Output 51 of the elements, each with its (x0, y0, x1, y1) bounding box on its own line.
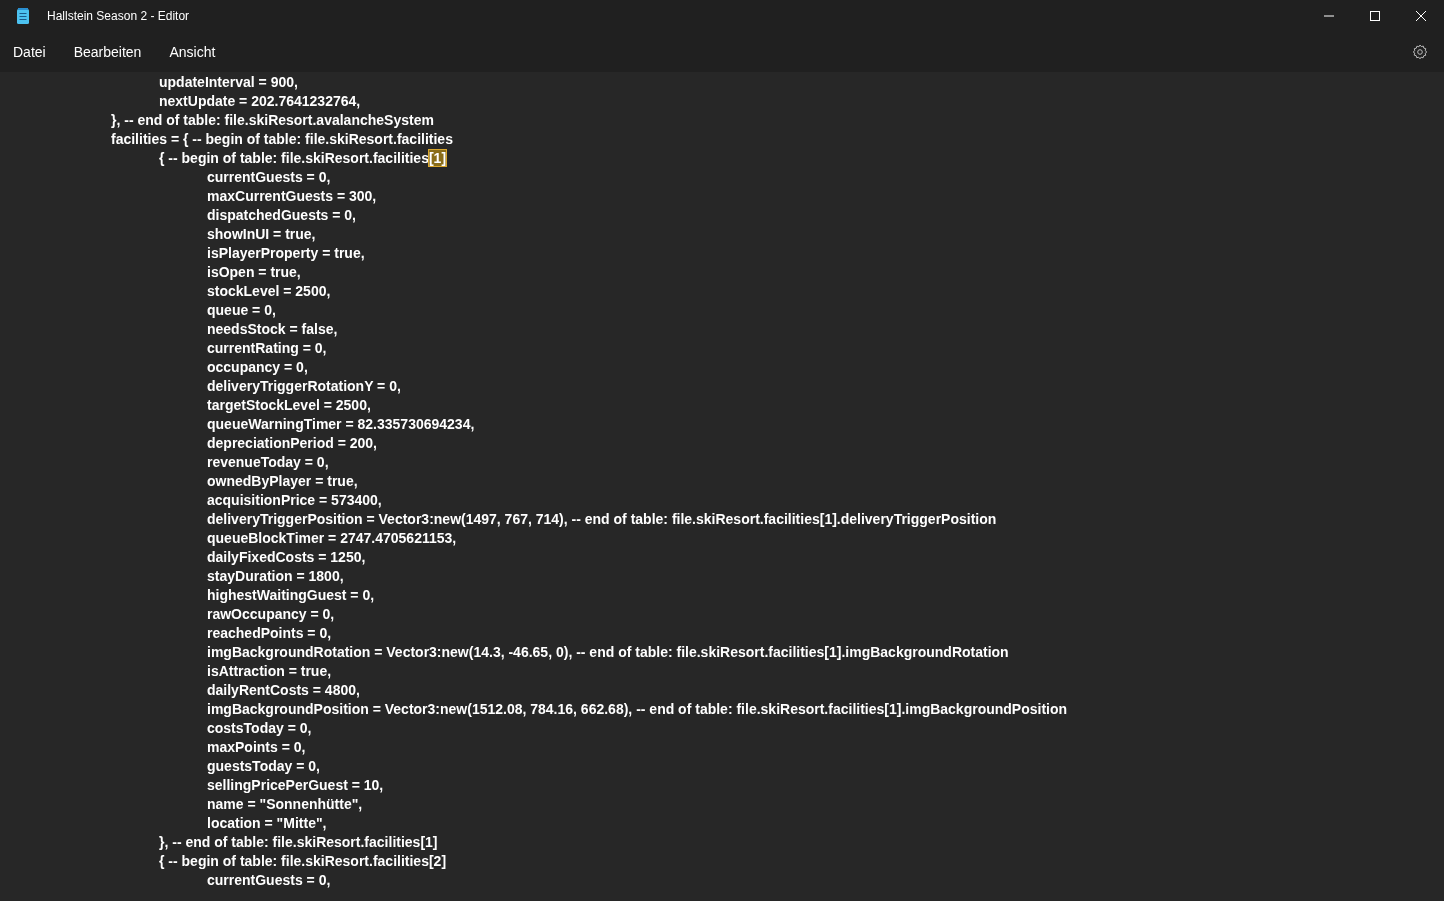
code-line: queue = 0, (206, 301, 277, 320)
code-line: updateInterval = 900, (158, 73, 299, 92)
menu-item[interactable]: Datei (4, 38, 55, 66)
code-line: }, -- end of table: file.skiResort.avalancheSystem (110, 111, 435, 130)
code-line: }, -- end of table: file.skiResort.facilities[1] (158, 833, 439, 852)
window-title: Hallstein Season 2 - Editor (47, 9, 190, 23)
notepad-icon (16, 8, 30, 24)
code-line: revenueToday = 0, (206, 453, 330, 472)
close-icon (1416, 11, 1426, 21)
code-line: costsToday = 0, (206, 719, 313, 738)
code-line: deliveryTriggerRotationY = 0, (206, 377, 402, 396)
code-line: currentRating = 0, (206, 339, 328, 358)
code-line: isAttraction = true, (206, 662, 333, 681)
code-line: dailyFixedCosts = 1250, (206, 548, 367, 567)
code-line: nextUpdate = 202.7641232764, (158, 92, 362, 111)
code-line: highestWaitingGuest = 0, (206, 586, 376, 605)
code-line: imgBackgroundPosition = Vector3:new(1512.08, 784.16, 662.68), -- end of table: file.skiResort.facilities[1].imgBackgroundPosition (206, 700, 1069, 719)
code-line: imgBackgroundRotation = Vector3:new(14.3, -46.65, 0), -- end of table: file.skiResort.facilities[1].imgBackgroundRotation (206, 643, 1010, 662)
code-line: maxPoints = 0, (206, 738, 307, 757)
search-highlight: [1] (428, 150, 447, 166)
code-line: deliveryTriggerPosition = Vector3:new(1497, 767, 714), -- end of table: file.skiResort.facilities[1].deliveryTriggerPosition (206, 510, 998, 529)
code-line: dailyRentCosts = 4800, (206, 681, 361, 700)
code-line: isPlayerProperty = true, (206, 244, 366, 263)
code-line: depreciationPeriod = 200, (206, 434, 378, 453)
maximize-icon (1370, 11, 1380, 21)
code-line: currentGuests = 0, (206, 871, 332, 890)
code-line: reachedPoints = 0, (206, 624, 333, 643)
code-line: currentGuests = 0, (206, 168, 332, 187)
code-line: acquisitionPrice = 573400, (206, 491, 383, 510)
code-line: stockLevel = 2500, (206, 282, 332, 301)
code-line: isOpen = true, (206, 263, 302, 282)
code-line: { -- begin of table: file.skiResort.facilities[2] (158, 852, 448, 871)
code-line: queueBlockTimer = 2747.4705621153, (206, 529, 458, 548)
code-line: dispatchedGuests = 0, (206, 206, 357, 225)
settings-icon[interactable] (1412, 44, 1428, 60)
code-line: rawOccupancy = 0, (206, 605, 336, 624)
code-line: facilities = { -- begin of table: file.skiResort.facilities (110, 130, 454, 149)
code-line: ownedByPlayer = true, (206, 472, 359, 491)
code-line: location = "Mitte", (206, 814, 328, 833)
code-line: needsStock = false, (206, 320, 339, 339)
code-line: occupancy = 0, (206, 358, 309, 377)
menu-item[interactable]: Bearbeiten (64, 38, 151, 66)
code-line: showInUI = true, (206, 225, 317, 244)
code-line: guestsToday = 0, (206, 757, 321, 776)
code-line: stayDuration = 1800, (206, 567, 345, 586)
code-line: name = "Sonnenhütte", (206, 795, 364, 814)
code-line: sellingPricePerGuest = 10, (206, 776, 385, 795)
code-line: maxCurrentGuests = 300, (206, 187, 378, 206)
code-line: targetStockLevel = 2500, (206, 396, 372, 415)
code-line: queueWarningTimer = 82.335730694234, (206, 415, 476, 434)
menu-item[interactable]: Ansicht (160, 38, 225, 66)
